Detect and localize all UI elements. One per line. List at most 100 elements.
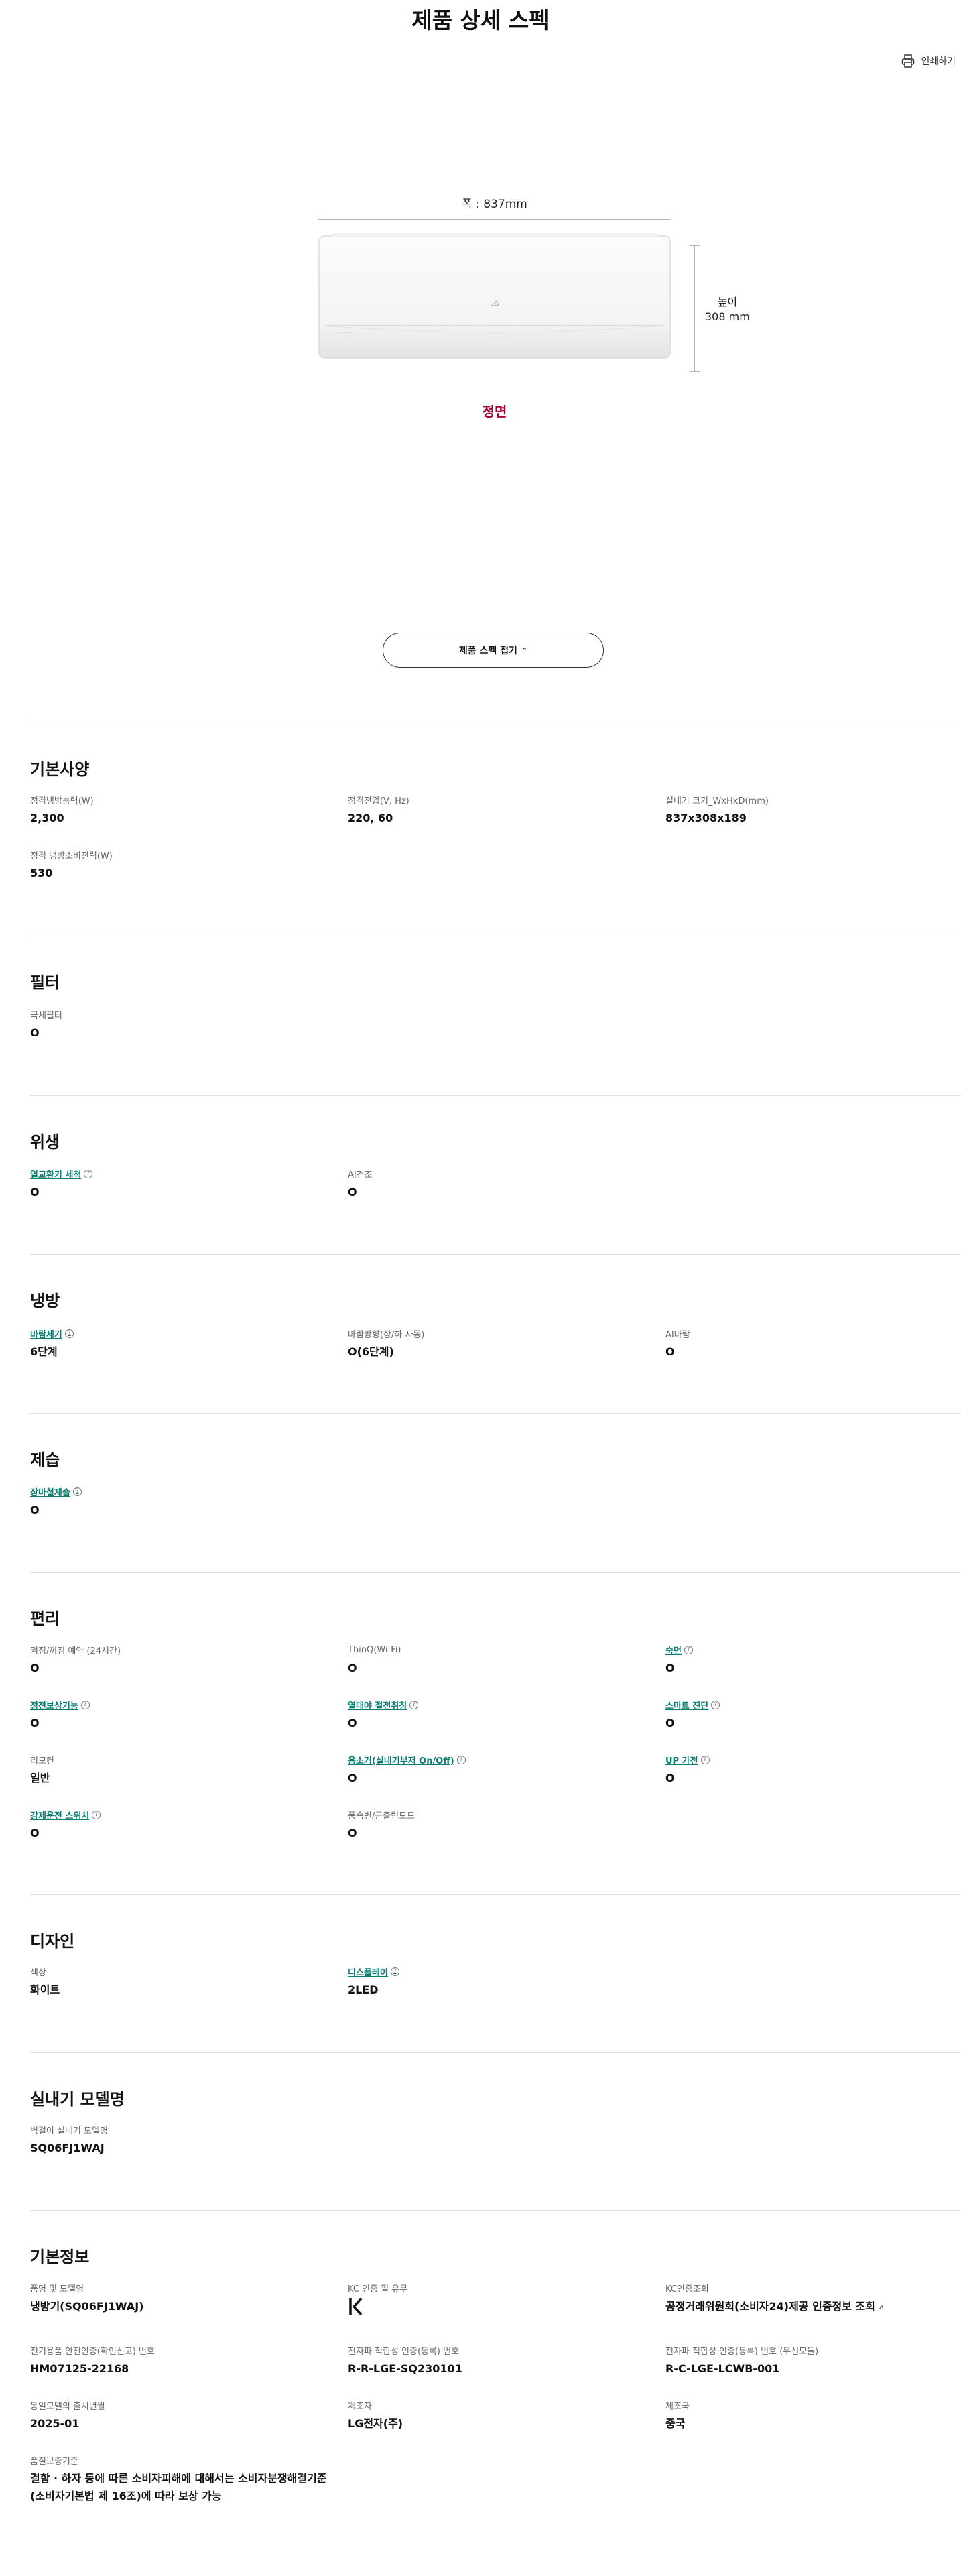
spec-value: O — [348, 1186, 357, 1199]
spec-label-link[interactable]: 열교환기 세척? — [30, 1168, 338, 1180]
spec-label-link[interactable]: 스마트 진단? — [665, 1699, 961, 1711]
spec-value: 2,300 — [30, 812, 64, 824]
spec-value: O — [30, 1827, 40, 1839]
spec-label: ThinQ(Wi-Fi) — [348, 1644, 401, 1655]
section-title-hygiene: 위생 — [30, 1133, 60, 1152]
spec-value: 냉방기(SQ06FJ1WAJ) — [30, 2300, 144, 2313]
spec-label: 전기용품 안전인증(확인신고) 번호 — [30, 2346, 155, 2357]
spec-label: 동일모델의 출시년월 — [30, 2401, 105, 2412]
spec-value: O — [30, 1717, 40, 1729]
info-icon[interactable]: ? — [72, 1487, 82, 1496]
collapse-spec-label: 제품 스펙 접기 — [458, 646, 517, 656]
spec-label-text[interactable]: 장마철제습 — [30, 1485, 70, 1498]
spec-item: 켜짐/꺼짐 예약 (24시간) O — [30, 1644, 338, 1677]
spec-value: 일반 — [30, 1772, 50, 1784]
info-icon[interactable]: ? — [84, 1169, 93, 1178]
spec-label-link[interactable]: 디스플레이? — [348, 1965, 656, 1978]
product-dimension-image: 폭 : 837mm LG 높이 308 mm 정면 — [315, 188, 784, 429]
info-icon[interactable]: ? — [64, 1329, 74, 1338]
spec-label-text[interactable]: 열대야 절전취침 — [348, 1699, 407, 1711]
spec-label-text[interactable]: 숙면 — [665, 1644, 682, 1656]
spec-label: 정격 냉방소비전력(W) — [30, 851, 113, 861]
spec-label-text[interactable]: 열교환기 세척 — [30, 1168, 81, 1180]
section-divider — [30, 1413, 961, 1414]
spec-label: 정격냉방능력(W) — [30, 796, 94, 806]
external-link-icon[interactable]: ↗ — [878, 2305, 883, 2312]
info-icon[interactable]: ? — [684, 1645, 693, 1654]
spec-label-link[interactable]: 바람세기? — [30, 1327, 338, 1340]
kc-lookup-link-text[interactable]: 공정거래위원회(소비자24)제공 인증정보 조회 — [665, 2300, 875, 2313]
spec-label: 제조국 — [665, 2401, 690, 2412]
print-button[interactable]: 인쇄하기 — [901, 54, 956, 68]
spec-item: 벽걸이 실내기 모델명 SQ06FJ1WAJ — [30, 2124, 338, 2157]
spec-value: O — [348, 1717, 357, 1729]
info-icon[interactable]: ? — [456, 1755, 466, 1764]
spec-item: 풍속변/군출림모드 O — [348, 1808, 656, 1842]
height-label-value: 308 mm — [705, 310, 750, 323]
spec-label: KC인증조회 — [665, 2284, 709, 2294]
print-label: 인쇄하기 — [921, 56, 956, 67]
spec-item: KC인증조회 공정거래위원회(소비자24)제공 인증정보 조회 ↗ — [665, 2282, 961, 2317]
spec-item: 스마트 진단? O — [665, 1699, 961, 1732]
info-icon[interactable]: ? — [711, 1700, 720, 1709]
spec-label-link[interactable]: 열대야 절전취침? — [348, 1699, 656, 1711]
spec-label: 품질보증기준 — [30, 2456, 78, 2467]
spec-value: 6단계 — [30, 1345, 58, 1358]
spec-item: 바람세기? 6단계 — [30, 1327, 338, 1361]
spec-label-text[interactable]: UP 가전 — [665, 1754, 698, 1766]
spec-item: AI바람 O — [665, 1327, 961, 1361]
info-icon[interactable]: ? — [92, 1810, 101, 1819]
spec-label: 실내기 크기_WxHxD(mm) — [665, 796, 769, 806]
spec-label-text[interactable]: 디스플레이 — [348, 1965, 388, 1978]
section-divider — [30, 1254, 961, 1255]
info-icon[interactable]: ? — [80, 1700, 90, 1709]
spec-label: 극세필터 — [30, 1010, 62, 1021]
info-icon[interactable]: ? — [390, 1967, 399, 1976]
spec-label-text[interactable]: 강제운전 스위치 — [30, 1808, 89, 1821]
spec-item: 동일모델의 출시년월 2025-01 — [30, 2399, 338, 2433]
spec-item: 전자파 적합성 인증(등록) 번호 (무선모듈) R-C-LGE-LCWB-00… — [665, 2344, 961, 2378]
section-title-convenience: 편리 — [30, 1609, 60, 1628]
section-title-filter: 필터 — [30, 973, 60, 992]
height-label-title: 높이 — [717, 296, 738, 308]
spec-item: UP 가전? O — [665, 1754, 961, 1787]
kc-lookup-link[interactable]: 공정거래위원회(소비자24)제공 인증정보 조회 ↗ — [665, 2298, 961, 2317]
section-title-model: 실내기 모델명 — [30, 2090, 125, 2109]
spec-label-text[interactable]: 정전보상기능 — [30, 1699, 78, 1711]
spec-value: O — [665, 1772, 675, 1784]
height-line — [694, 245, 695, 371]
spec-label: AI바람 — [665, 1329, 690, 1340]
spec-value: O — [348, 1662, 357, 1674]
spec-value-line: 결함 · 하자 등에 따른 소비자피해에 대해서는 소비자분쟁해결기준 — [30, 2472, 327, 2485]
spec-label-link[interactable]: 정전보상기능? — [30, 1699, 338, 1711]
spec-label-text[interactable]: 스마트 진단 — [665, 1699, 708, 1711]
spec-item: 제조국 중국 — [665, 2399, 961, 2433]
spec-label: 정격전압(V, Hz) — [348, 796, 409, 806]
spec-label-text[interactable]: 음소거(실내기부저 On/Off) — [348, 1754, 454, 1766]
spec-label: KC 인증 필 유무 — [348, 2284, 408, 2294]
height-tick-top — [690, 245, 700, 246]
spec-item: 품명 및 모델명 냉방기(SQ06FJ1WAJ) — [30, 2282, 338, 2315]
spec-label-link[interactable]: UP 가전? — [665, 1754, 961, 1766]
section-title-cooling: 냉방 — [30, 1292, 60, 1310]
spec-value: R-C-LGE-LCWB-001 — [665, 2362, 780, 2375]
spec-value: 중국 — [665, 2417, 686, 2430]
spec-value: O — [348, 1827, 357, 1839]
collapse-spec-button[interactable]: 제품 스펙 접기 ⌃ — [383, 633, 604, 668]
spec-value: SQ06FJ1WAJ — [30, 2142, 105, 2154]
spec-value: 결함 · 하자 등에 따른 소비자피해에 대해서는 소비자분쟁해결기준 (소비자… — [30, 2470, 405, 2505]
spec-item: AI건조 O — [348, 1168, 656, 1201]
spec-label-link[interactable]: 강제운전 스위치? — [30, 1808, 338, 1821]
spec-label: AI건조 — [348, 1170, 373, 1180]
spec-label-text[interactable]: 바람세기 — [30, 1327, 62, 1340]
spec-value: O — [30, 1662, 40, 1674]
spec-label-link[interactable]: 음소거(실내기부저 On/Off)? — [348, 1754, 656, 1766]
spec-label-link[interactable]: 장마철제습? — [30, 1485, 338, 1498]
spec-label-link[interactable]: 숙면? — [665, 1644, 961, 1656]
spec-label: 바람방향(상/하 자동) — [348, 1329, 425, 1340]
spec-item: 실내기 크기_WxHxD(mm) 837x308x189 — [665, 794, 961, 827]
spec-label: 켜짐/꺼짐 예약 (24시간) — [30, 1646, 121, 1656]
width-line — [318, 219, 671, 220]
info-icon[interactable]: ? — [700, 1755, 710, 1764]
info-icon[interactable]: ? — [409, 1700, 419, 1709]
